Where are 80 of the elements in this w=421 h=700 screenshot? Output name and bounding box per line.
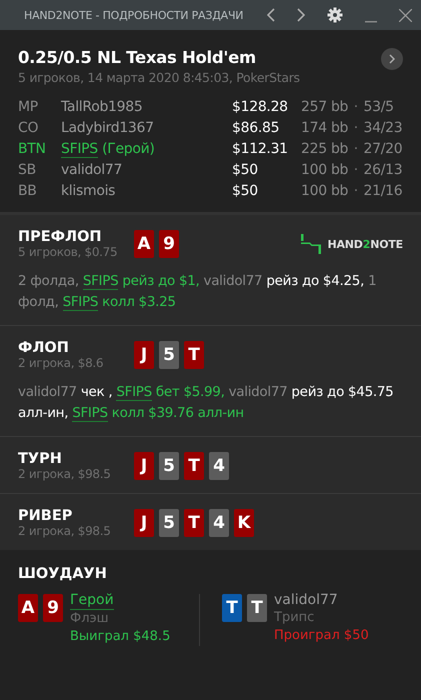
player-bb: 225 bb [301,140,349,159]
playing-card: A [18,594,38,622]
street-title: ТУРН [18,451,63,467]
playing-card: T [184,341,204,369]
hand-rank: Флэш [70,610,110,628]
player-position: BB [18,182,38,201]
playing-card: T [222,594,242,622]
player-stats: 27/20 [364,140,403,159]
player-stack: $50 [232,161,259,180]
open-button[interactable] [381,48,403,70]
hand-rank: Трипс [274,609,316,627]
player-stats: 26/13 [364,161,403,180]
player-stack: $128.28 [232,98,289,117]
separator-dot: · [352,98,359,117]
player-stats: 34/23 [364,119,403,138]
street-info: 2 игрока, $98.5 [18,524,112,538]
player-stack: $86.85 [232,119,280,138]
player-stack: $50 [232,182,259,201]
street-title: РИВЕР [18,508,74,524]
player-stats: 21/16 [364,182,403,201]
separator-dot: · [352,182,359,201]
next-icon[interactable] [297,8,305,22]
player-bb: 100 bb [301,182,349,201]
player-name[interactable]: Герой [70,591,114,610]
player-name[interactable]: validol77 [61,160,232,181]
previous-icon[interactable] [267,8,275,22]
playing-card: 4 [209,509,229,537]
logo-text: HAND2NOTE [327,238,403,250]
player-name: validol77 [274,591,338,609]
player-link[interactable]: SFIPS [116,384,152,401]
close-icon[interactable] [399,8,412,22]
street-info: 2 игрока, $8.6 [18,356,104,370]
result-text: Проиграл $50 [274,627,369,645]
game-title: 0.25/0.5 NL Texas Hold'em [18,48,257,67]
player-link[interactable]: SFIPS [62,294,98,311]
player-stats: 53/5 [364,98,395,117]
playing-card: 9 [43,594,63,622]
chevron-icon [389,54,395,64]
street-info: 2 игрока, $98.5 [18,467,112,481]
player-stack: $112.31 [232,140,289,159]
player-name[interactable]: TallRob1985 [61,97,232,118]
window-title: HAND2NOTE - ПОДРОБНОСТИ РАЗДАЧИ [24,8,244,22]
player-link[interactable]: SFIPS [72,405,108,422]
street-title: ПРЕФЛОП [18,229,103,245]
separator-dot: · [352,140,359,159]
playing-card: J [134,341,154,369]
player-link[interactable]: SFIPS [82,273,118,290]
playing-card: J [134,452,154,480]
playing-card: K [234,509,254,537]
player-bb: 174 bb [301,119,349,138]
playing-card: J [134,509,154,537]
separator-dot: · [352,161,359,180]
player-position: SB [18,161,37,180]
playing-card: T [184,509,204,537]
hand-info: 5 игроков, 14 марта 2020 8:45:03, PokerStars [18,70,300,85]
player-name[interactable]: SFIPS (Герой) [61,139,232,160]
playing-card: 5 [159,509,179,537]
player-position: CO [18,119,40,138]
player-bb: 100 bb [301,161,349,180]
action-line: 2 фолда, SFIPS рейз до $1, validol77 рейз до $4.25, 1 фолд, SFIPS колл $3.25 [18,272,378,313]
playing-card: A [134,230,154,258]
showdown-title: ШОУДАУН [18,566,108,582]
player-bb: 257 bb [301,98,349,117]
playing-card: 5 [159,452,179,480]
playing-card: 5 [159,341,179,369]
playing-card: 9 [159,230,179,258]
player-name[interactable]: Ladybird1367 [61,118,232,139]
player-position: BTN [18,140,47,159]
playing-card: T [247,594,267,622]
separator-dot: · [352,119,359,138]
street-title: ФЛОП [18,340,70,356]
playing-card: T [184,452,204,480]
minimize-icon[interactable] [365,21,377,23]
result-text: Выиграл $48.5 [70,628,170,646]
player-name[interactable]: klismois [61,181,232,202]
playing-card: 4 [209,452,229,480]
settings-icon[interactable] [327,7,343,23]
street-info: 5 игроков, $0.75 [18,245,118,259]
action-line: validol77 чек , SFIPS бет $5.99, validol77 рейз до $45.75 алл-ин, SFIPS колл $39.76 алл-ин [18,383,394,424]
player-position: MP [18,98,39,117]
